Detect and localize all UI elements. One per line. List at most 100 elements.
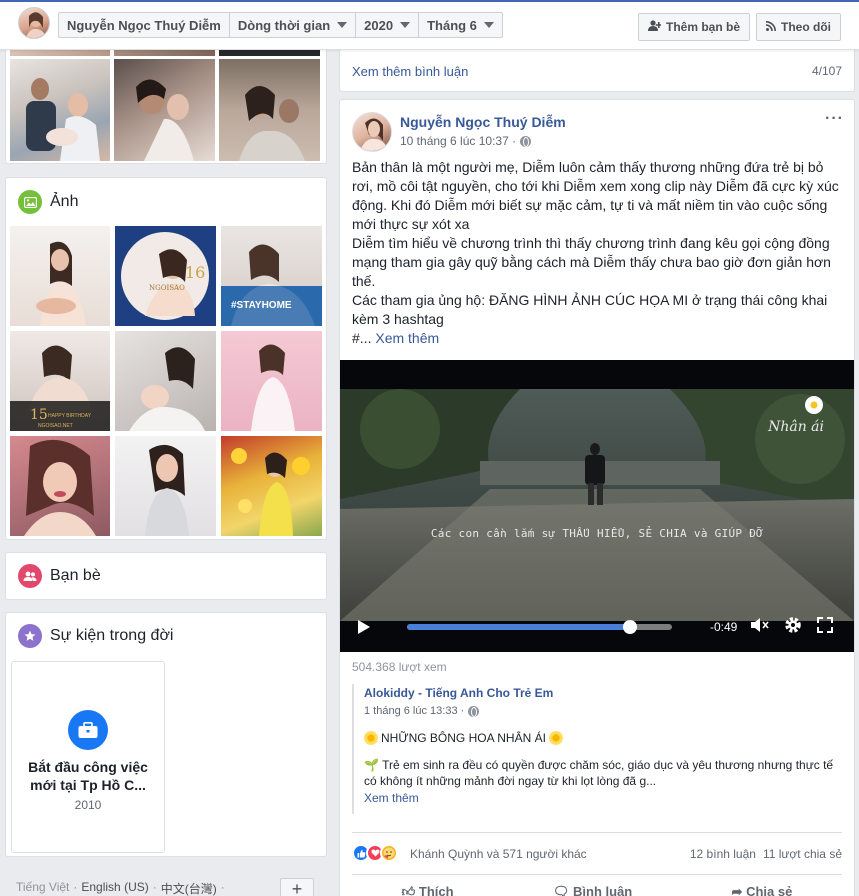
timeline-post: Nguyễn Ngọc Thuý Diễm 10 tháng 6 lúc 10:… [339, 99, 855, 896]
rss-icon [765, 20, 776, 34]
video-time-remaining: -0:49 [710, 620, 738, 634]
post-author-name[interactable]: Nguyễn Ngọc Thuý Diễm [400, 114, 566, 130]
video-progress-fill [407, 624, 630, 630]
mute-icon[interactable] [750, 617, 770, 638]
photo-thumbnail[interactable]: 15 HAPPY BIRTHDAY NGOISAO.NET [10, 331, 110, 431]
friends-icon [18, 564, 42, 588]
shared-post-author[interactable]: Alokiddy - Tiếng Anh Cho Trẻ Em [364, 686, 842, 700]
seedling-emoji-icon: 🌱 [364, 758, 379, 772]
play-icon[interactable] [358, 620, 370, 634]
timeline-dropdown[interactable]: Dòng thời gian [230, 13, 357, 37]
footer-separator: · [152, 880, 157, 894]
featured-photo[interactable] [114, 59, 215, 161]
follow-button[interactable]: Theo dõi [756, 13, 841, 41]
video-frame: Các con cần lắm sự THẤU HIỂU, SẺ CHIA và… [340, 389, 854, 621]
post-body: Bản thân là một người mẹ, Diễm luôn cảm … [352, 158, 844, 348]
share-button[interactable]: ➦ Chia sẻ [732, 884, 793, 896]
chevron-down-icon [400, 22, 411, 28]
gear-icon[interactable] [783, 615, 803, 641]
share-icon: ➦ [731, 884, 743, 896]
photo-thumbnail[interactable]: #STAYHOME [221, 226, 322, 326]
reaction-icons[interactable] [352, 844, 398, 862]
timeline-header: Nguyễn Ngọc Thuý Diễm Dòng thời gian 202… [0, 0, 859, 50]
post-timestamp: 10 tháng 6 lúc 10:37 · [400, 134, 532, 148]
life-event-year: 2010 [74, 798, 102, 812]
video-player[interactable]: Các con cần lắm sự THẤU HIỂU, SẺ CHIA và… [340, 360, 854, 652]
photo-thumbnail[interactable] [115, 331, 216, 431]
featured-photo[interactable] [10, 59, 110, 161]
star-icon [18, 624, 42, 648]
chevron-down-icon [483, 22, 494, 28]
see-more-link[interactable]: Xem thêm [375, 330, 439, 346]
more-options-icon[interactable]: ··· [825, 110, 844, 128]
reactions-summary[interactable]: Khánh Quỳnh và 571 người khác [410, 847, 587, 861]
video-caption: Các con cần lắm sự THẤU HIỂU, SẺ CHIA và… [430, 527, 764, 540]
comment-count-link[interactable]: 12 bình luận [690, 847, 756, 861]
thumbs-up-icon: 👍︎ [401, 884, 416, 896]
svg-text:NGOISAO.NET: NGOISAO.NET [38, 423, 73, 429]
life-events-card-title[interactable]: Sự kiện trong đời [18, 624, 173, 648]
shared-post-title: NHỮNG BÔNG HOA NHÂN ÁI [364, 731, 842, 745]
language-link-vietnamese[interactable]: Tiếng Việt [16, 880, 69, 896]
comment-button[interactable]: 🗨︎ Bình luận [553, 884, 632, 896]
photo-thumbnail[interactable] [221, 331, 322, 431]
flower-emoji-icon [364, 731, 378, 745]
comment-pagination-count: 4/107 [811, 64, 842, 78]
view-more-comments-link[interactable]: Xem thêm bình luận [352, 64, 468, 79]
globe-icon [468, 705, 480, 717]
footer-separator: · [73, 880, 78, 894]
fullscreen-icon[interactable] [817, 617, 833, 637]
briefcase-icon [68, 710, 108, 750]
photos-card: Ảnh NGOISAO 16 #STAYHOME 15 HAPPY BIRTHDAY… [5, 177, 327, 540]
post-see-more: #... Xem thêm [352, 330, 440, 346]
featured-photo[interactable] [219, 59, 320, 161]
photo-thumbnail[interactable] [10, 436, 110, 536]
care-reaction-icon [380, 844, 398, 862]
photo-thumbnail[interactable] [115, 436, 216, 536]
post-actions: 👍︎ Thích 🗨︎ Bình luận ➦ Chia sẻ [352, 884, 842, 896]
post-paragraph: Diễm tìm hiểu về chương trình thì thấy c… [352, 235, 831, 289]
language-link-chinese[interactable]: 中文(台灣) [161, 880, 217, 896]
year-dropdown[interactable]: 2020 [356, 13, 420, 37]
language-link-english[interactable]: English (US) [81, 880, 148, 896]
life-event-item[interactable]: Bắt đầu công việc mới tại Tp Hồ C... 201… [11, 661, 165, 853]
divider [352, 874, 842, 875]
life-events-card: Sự kiện trong đời Bắt đầu công việc mới … [5, 612, 327, 857]
photo-thumbnail[interactable] [10, 226, 110, 326]
shared-see-more-link[interactable]: Xem thêm [364, 791, 842, 805]
add-friend-icon [647, 20, 662, 34]
svg-text:NGOISAO: NGOISAO [149, 284, 185, 292]
post-author-avatar[interactable] [352, 112, 392, 152]
like-button[interactable]: 👍︎ Thích [402, 884, 454, 896]
language-links: Tiếng Việt · English (US) · 中文(台灣) · [16, 880, 225, 896]
photo-thumbnail[interactable] [221, 436, 322, 536]
globe-icon [520, 135, 532, 147]
svg-text:16: 16 [185, 263, 205, 282]
add-friend-button[interactable]: Thêm bạn bè [637, 13, 750, 41]
svg-text:HAPPY BIRTHDAY: HAPPY BIRTHDAY [48, 413, 92, 419]
photo-thumbnail[interactable]: NGOISAO 16 [115, 226, 216, 326]
video-controls: -0:49 [340, 610, 854, 644]
video-progress-bar[interactable] [407, 620, 672, 634]
chevron-down-icon [337, 22, 348, 28]
video-watermark: Nhân ái [768, 419, 824, 435]
photos-icon [18, 190, 42, 214]
post-paragraph: Bản thân là một người mẹ, Diễm luôn cảm … [352, 159, 839, 232]
comment-icon: 🗨︎ [552, 884, 570, 896]
video-progress-handle[interactable] [622, 620, 637, 634]
share-count-link[interactable]: 11 lượt chia sẻ [763, 847, 842, 861]
profile-avatar[interactable] [18, 7, 50, 39]
reactions-bar: Khánh Quỳnh và 571 người khác 12 bình lu… [352, 844, 842, 864]
add-language-button[interactable]: + [280, 878, 314, 896]
video-view-count: 504.368 lượt xem [352, 660, 447, 674]
profile-name-link[interactable]: Nguyễn Ngọc Thuý Diễm [59, 13, 230, 37]
timeline-breadcrumb: Nguyễn Ngọc Thuý Diễm Dòng thời gian 202… [58, 12, 503, 38]
photos-card-title[interactable]: Ảnh [18, 190, 78, 214]
month-dropdown[interactable]: Tháng 6 [419, 13, 502, 37]
shared-post-timestamp: 1 tháng 6 lúc 13:33 · [364, 705, 842, 717]
shared-post[interactable]: Alokiddy - Tiếng Anh Cho Trẻ Em 1 tháng … [352, 684, 842, 814]
engagement-counts: 12 bình luận 11 lượt chia sẻ [690, 847, 842, 861]
divider [352, 832, 842, 833]
friends-card-title[interactable]: Bạn bè [18, 564, 101, 588]
svg-text:15: 15 [30, 407, 48, 423]
